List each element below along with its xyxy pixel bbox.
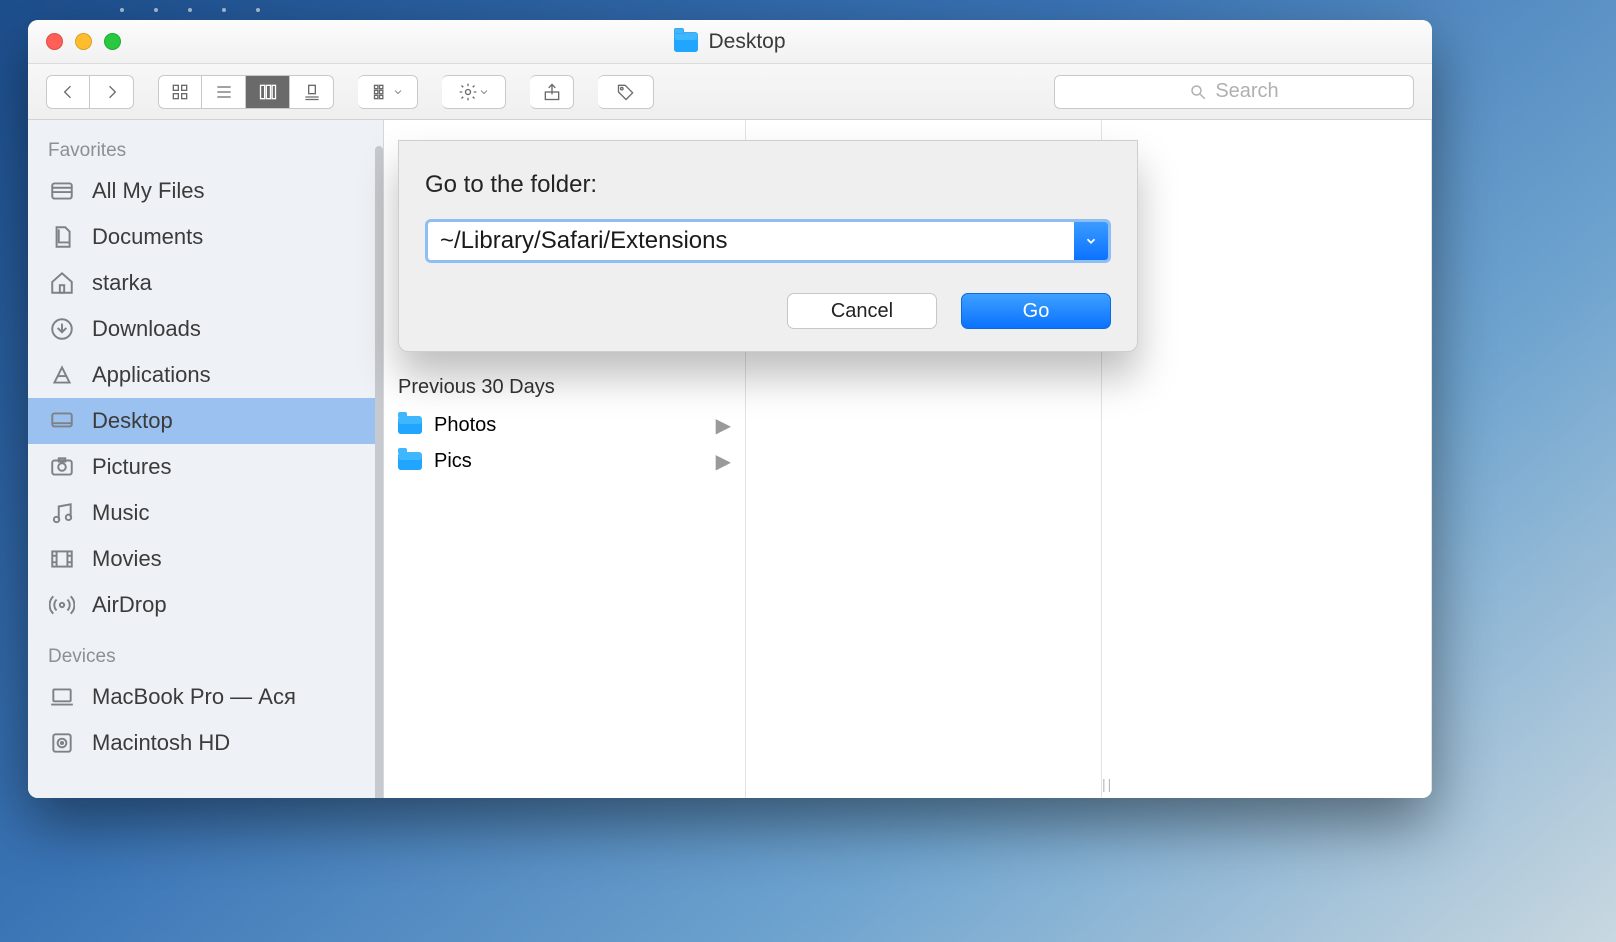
search-placeholder: Search (1215, 80, 1278, 103)
sidebar-item-label: AirDrop (92, 592, 167, 618)
hdd-icon (48, 730, 76, 756)
sidebar-item-macbook[interactable]: MacBook Pro — Ася (28, 674, 383, 720)
list-item[interactable]: Pics ▶ (384, 443, 745, 479)
sidebar: Favorites All My Files Documents starka … (28, 120, 384, 798)
file-name: Photos (434, 414, 496, 437)
column-3 (1102, 120, 1432, 798)
chevron-right-icon: ▶ (716, 449, 731, 474)
action-button[interactable] (442, 75, 506, 109)
sidebar-item-label: All My Files (92, 178, 204, 204)
sidebar-item-label: Downloads (92, 316, 201, 342)
sidebar-item-label: Desktop (92, 408, 173, 434)
finder-window: Desktop Search Fa (28, 20, 1432, 798)
desktop-icon (48, 408, 76, 434)
sidebar-item-label: Documents (92, 224, 203, 250)
arrange-button[interactable] (358, 75, 418, 109)
list-view-button[interactable] (202, 75, 246, 109)
column-view-button[interactable] (246, 75, 290, 109)
folder-icon (674, 32, 698, 52)
go-button[interactable]: Go (961, 293, 1111, 329)
titlebar: Desktop (28, 20, 1432, 64)
chevron-down-icon (1084, 234, 1098, 248)
share-button[interactable] (530, 75, 574, 109)
list-item[interactable]: Photos ▶ (384, 407, 745, 443)
tags-button[interactable] (598, 75, 654, 109)
column-splitter-icon[interactable]: || (1102, 776, 1113, 792)
dialog-label: Go to the folder: (425, 171, 1111, 199)
coverflow-view-button[interactable] (290, 75, 334, 109)
cancel-button[interactable]: Cancel (787, 293, 937, 329)
music-icon (48, 500, 76, 526)
history-dropdown-button[interactable] (1074, 222, 1108, 260)
sidebar-section-favorites: Favorites (28, 134, 383, 168)
section-header: Previous 30 Days (384, 370, 745, 407)
sidebar-section-devices: Devices (28, 640, 383, 674)
folder-icon (398, 416, 422, 434)
close-button[interactable] (46, 33, 63, 50)
sidebar-item-documents[interactable]: Documents (28, 214, 383, 260)
toolbar: Search (28, 64, 1432, 120)
minimize-button[interactable] (75, 33, 92, 50)
sidebar-item-label: Macintosh HD (92, 730, 230, 756)
sidebar-item-movies[interactable]: Movies (28, 536, 383, 582)
all-my-files-icon (48, 178, 76, 204)
sidebar-scrollbar[interactable] (375, 146, 383, 798)
file-name: Pics (434, 450, 472, 473)
sidebar-item-all-my-files[interactable]: All My Files (28, 168, 383, 214)
home-icon (48, 270, 76, 296)
maximize-button[interactable] (104, 33, 121, 50)
sidebar-item-music[interactable]: Music (28, 490, 383, 536)
search-input[interactable]: Search (1054, 75, 1414, 109)
applications-icon (48, 362, 76, 388)
chevron-right-icon: ▶ (716, 413, 731, 438)
airdrop-icon (48, 592, 76, 618)
nav-buttons (46, 75, 134, 109)
sidebar-item-desktop[interactable]: Desktop (28, 398, 383, 444)
movies-icon (48, 546, 76, 572)
sidebar-item-macintosh-hd[interactable]: Macintosh HD (28, 720, 383, 766)
sidebar-item-home[interactable]: starka (28, 260, 383, 306)
traffic-lights (46, 33, 121, 50)
sidebar-item-downloads[interactable]: Downloads (28, 306, 383, 352)
back-button[interactable] (46, 75, 90, 109)
documents-icon (48, 224, 76, 250)
pictures-icon (48, 454, 76, 480)
laptop-icon (48, 684, 76, 710)
sidebar-item-label: Movies (92, 546, 162, 572)
go-to-folder-dialog: Go to the folder: Cancel Go (398, 140, 1138, 352)
sidebar-item-label: Pictures (92, 454, 171, 480)
sidebar-item-label: starka (92, 270, 152, 296)
window-title: Desktop (708, 30, 785, 54)
forward-button[interactable] (90, 75, 134, 109)
path-input[interactable] (428, 222, 1074, 260)
search-icon (1189, 83, 1207, 101)
sidebar-item-airdrop[interactable]: AirDrop (28, 582, 383, 628)
sidebar-item-label: MacBook Pro — Ася (92, 684, 296, 710)
icon-view-button[interactable] (158, 75, 202, 109)
sidebar-item-label: Applications (92, 362, 211, 388)
folder-icon (398, 452, 422, 470)
downloads-icon (48, 316, 76, 342)
sidebar-item-applications[interactable]: Applications (28, 352, 383, 398)
view-buttons (158, 75, 334, 109)
sidebar-item-label: Music (92, 500, 149, 526)
sidebar-item-pictures[interactable]: Pictures (28, 444, 383, 490)
path-combobox (425, 219, 1111, 263)
